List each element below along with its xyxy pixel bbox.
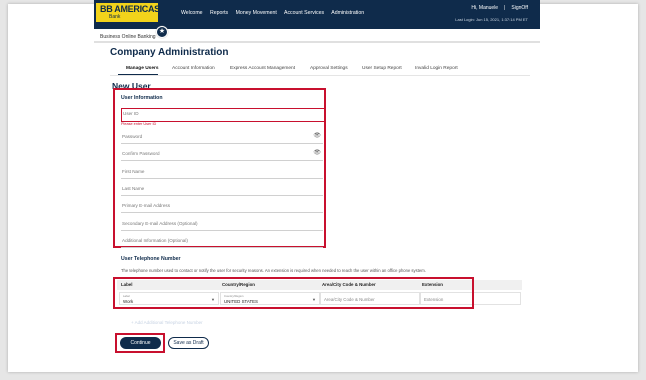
user-info-heading: User Information xyxy=(121,95,163,101)
continue-button[interactable]: Continue xyxy=(120,337,161,349)
additional-info-label: Additional Information (Optional) xyxy=(122,238,188,243)
show-password-eye-icon[interactable]: 👁 xyxy=(313,132,321,139)
user-id-label: User ID xyxy=(123,111,139,116)
add-telephone-link[interactable]: + Add Additional Telephone Number xyxy=(131,320,203,325)
brand-name: BB AMERICAS xyxy=(100,4,160,14)
tab-approval-settings[interactable]: Approval Settings xyxy=(310,66,348,71)
user-id-error: Please enter User ID xyxy=(121,122,157,126)
telephone-highlight xyxy=(113,277,474,309)
tab-user-setup-report[interactable]: User Setup Report xyxy=(362,66,402,71)
tab-invalid-login-report[interactable]: Invalid Login Report xyxy=(415,66,458,71)
last-login: Last Login: Jun 15, 2021, 1:37:14 PM ET xyxy=(455,17,528,22)
telephone-description: The telephone number used to contact or … xyxy=(121,268,426,273)
top-navigation-bar: BB AMERICAS Bank Welcome Reports Money M… xyxy=(94,0,540,29)
separator: | xyxy=(504,5,506,11)
first-name-label: First Name xyxy=(122,169,145,174)
nav-welcome[interactable]: Welcome xyxy=(181,10,203,16)
nav-account-services[interactable]: Account Services xyxy=(284,10,324,16)
brand-sub: Bank xyxy=(109,14,121,20)
tab-divider xyxy=(110,75,530,76)
last-name-label: Last Name xyxy=(122,186,145,191)
tab-account-information[interactable]: Account Information xyxy=(172,66,215,71)
user-menu: Hi, Manuele | SignOff xyxy=(471,5,528,11)
nav-money-movement[interactable]: Money Movement xyxy=(236,10,277,16)
nav-administration[interactable]: Administration xyxy=(331,10,364,16)
password-label: Password xyxy=(122,134,143,139)
page-title: Company Administration xyxy=(110,47,229,58)
last-name-field[interactable]: Last Name xyxy=(121,184,323,196)
password-field[interactable]: Password 👁 xyxy=(121,132,323,144)
breadcrumb: Business Online Banking xyxy=(100,34,156,40)
additional-info-field[interactable]: Additional Information (Optional) xyxy=(121,236,323,248)
user-id-field[interactable]: User ID xyxy=(121,108,325,122)
telephone-heading: User Telephone Number xyxy=(121,256,181,262)
tab-manage-users[interactable]: Manage Users xyxy=(126,66,159,71)
show-confirm-password-eye-icon[interactable]: 👁 xyxy=(313,149,321,156)
secondary-email-field[interactable]: Secondary E-mail Address (Optional) xyxy=(121,219,323,231)
secondary-email-label: Secondary E-mail Address (Optional) xyxy=(122,221,198,226)
bank-logo[interactable]: BB AMERICAS Bank xyxy=(96,3,160,22)
main-nav: Welcome Reports Money Movement Account S… xyxy=(181,10,370,16)
greeting: Hi, Manuele xyxy=(471,5,499,11)
nav-reports[interactable]: Reports xyxy=(210,10,228,16)
tab-express-account-management[interactable]: Express Account Management xyxy=(230,66,295,71)
favorite-star-icon[interactable]: ★ xyxy=(156,26,168,38)
divider xyxy=(94,41,540,43)
first-name-field[interactable]: First Name xyxy=(121,167,323,179)
signoff-link[interactable]: SignOff xyxy=(511,5,528,11)
primary-email-field[interactable]: Primary E-mail Address xyxy=(121,201,323,213)
save-as-draft-button[interactable]: Save as Draft xyxy=(168,337,209,349)
primary-email-label: Primary E-mail Address xyxy=(122,203,170,208)
confirm-password-label: Confirm Password xyxy=(122,151,160,156)
confirm-password-field[interactable]: Confirm Password 👁 xyxy=(121,149,323,161)
